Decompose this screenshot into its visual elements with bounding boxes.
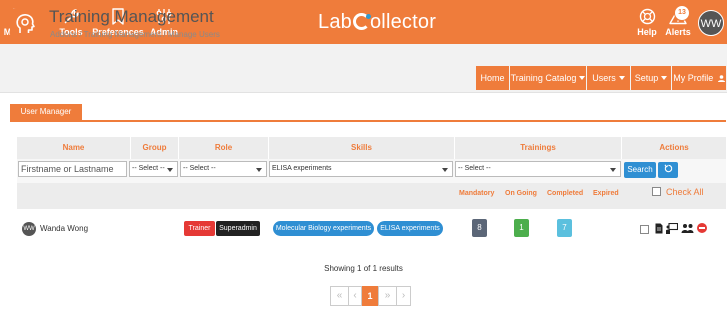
check-all-label: Check All <box>666 187 704 197</box>
role-badge-trainer: Trainer <box>184 221 215 236</box>
ongoing-count[interactable]: 1 <box>514 219 529 237</box>
subheader-row <box>17 183 726 209</box>
labcollector-logo[interactable]: Lab ollector <box>318 11 436 34</box>
presentation-icon[interactable] <box>666 223 678 234</box>
skills-select-value: ELISA experiments <box>272 165 332 172</box>
nav-training-catalog[interactable]: Training Catalog <box>510 66 586 90</box>
users-icon[interactable] <box>681 223 694 234</box>
logo-c-icon <box>352 13 371 30</box>
tab-user-manager[interactable]: User Manager <box>10 104 82 120</box>
search-button[interactable]: Search <box>624 162 656 178</box>
help-button[interactable]: Help <box>634 0 660 44</box>
skill-badge: ELISA experiments <box>377 221 443 236</box>
group-policy-select-value: -- Select -- <box>132 165 165 172</box>
nav-setup-label: Setup <box>634 73 659 83</box>
nav-home-label: Home <box>480 73 505 83</box>
completed-count[interactable]: 7 <box>557 219 572 237</box>
subheader-ongoing: On Going <box>505 190 537 197</box>
check-all-checkbox[interactable] <box>652 187 661 196</box>
nav-users-label: Users <box>592 73 616 83</box>
nav-my-profile-label: My Profile <box>673 73 714 83</box>
avatar: WW <box>22 222 36 236</box>
pagination-prev[interactable]: ‹ <box>348 286 362 306</box>
chevron-down-icon <box>579 76 586 80</box>
nav-my-profile[interactable]: My Profile <box>672 66 726 90</box>
role-badge-superadmin: Superadmin <box>216 221 260 236</box>
pagination-last[interactable]: › <box>396 286 411 306</box>
results-count: Showing 1 of 1 results <box>324 264 403 273</box>
refresh-icon <box>664 164 672 173</box>
tab-underline <box>10 120 726 122</box>
header-trainings: Trainings <box>455 137 621 159</box>
header-actions: Actions <box>622 137 726 159</box>
training-module-icon <box>10 8 42 40</box>
subheader-mandatory: Mandatory <box>459 190 495 197</box>
header-name: Name <box>17 137 130 159</box>
row-checkbox[interactable] <box>640 225 649 234</box>
name-search-input[interactable]: Firstname or Lastname <box>18 161 127 177</box>
pagination-next[interactable]: » <box>378 286 397 306</box>
logo-text-start: Lab <box>318 11 352 33</box>
subheader-completed: Completed <box>547 190 584 197</box>
nav-users[interactable]: Users <box>587 66 630 90</box>
pagination-page-1[interactable]: 1 <box>362 286 378 306</box>
user-avatar[interactable]: WW <box>698 10 724 36</box>
alerts-label: Alerts <box>665 27 691 37</box>
header-group-policy: Group Policy <box>131 137 178 174</box>
pagination-first[interactable]: « <box>330 286 349 306</box>
help-label: Help <box>637 27 657 37</box>
skill-badge: Molecular Biology experiments <box>273 221 374 236</box>
header-role: Role <box>179 137 268 159</box>
group-policy-select[interactable]: -- Select -- <box>129 161 178 177</box>
role-select-value: -- Select -- <box>183 165 216 172</box>
lifebuoy-icon <box>639 8 655 25</box>
alerts-count-badge: 13 <box>674 5 690 21</box>
mandatory-count[interactable]: 8 <box>472 219 487 237</box>
breadcrumb: Addons / Training Management / Manage Us… <box>50 30 220 39</box>
trainings-select-value: -- Select -- <box>458 165 491 172</box>
subheader-expired: Expired <box>593 190 619 197</box>
trainings-select[interactable]: -- Select -- <box>455 161 621 177</box>
nav-home[interactable]: Home <box>476 66 509 90</box>
user-name[interactable]: Wanda Wong <box>40 224 88 233</box>
logo-text-end: ollector <box>369 11 437 33</box>
chevron-down-icon <box>661 76 668 80</box>
header-skills: Skills <box>269 137 454 159</box>
page-title: Training Management <box>49 7 214 26</box>
reset-button[interactable] <box>658 162 678 178</box>
nav-training-catalog-label: Training Catalog <box>510 73 577 83</box>
document-icon[interactable] <box>655 223 663 234</box>
skills-select[interactable]: ELISA experiments <box>269 161 453 177</box>
user-icon <box>717 75 725 82</box>
chevron-down-icon <box>618 76 625 80</box>
remove-icon[interactable] <box>697 223 707 233</box>
nav-setup[interactable]: Setup <box>631 66 671 90</box>
role-select[interactable]: -- Select -- <box>180 161 267 177</box>
head-gear-icon <box>16 14 35 33</box>
